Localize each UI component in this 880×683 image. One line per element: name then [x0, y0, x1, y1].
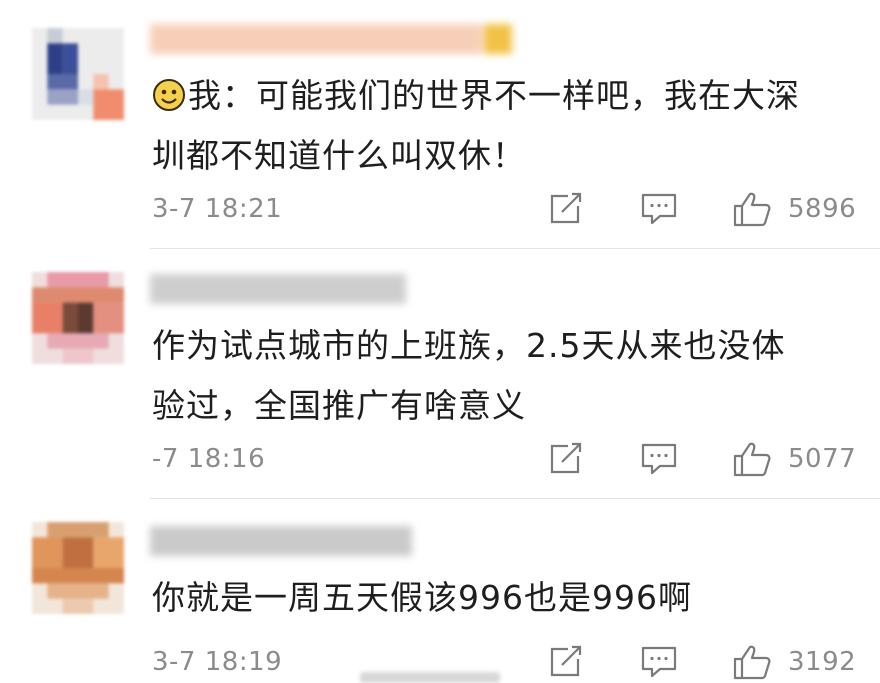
avatar-image: [32, 272, 124, 364]
thumbs-up-icon: [733, 645, 771, 680]
comment-line: 我：可能我们的世界不一样吧，我在大深: [152, 66, 852, 126]
share-icon: [550, 192, 582, 224]
avatar[interactable]: [32, 522, 124, 614]
like-button[interactable]: [732, 190, 772, 228]
comment-text: 你就是一周五天假该996也是996啊: [152, 578, 692, 617]
comment-meta: -7 18:16 5077: [152, 440, 857, 480]
smiley-face-icon: [152, 78, 186, 112]
divider: [150, 248, 880, 249]
comment-button[interactable]: [640, 643, 678, 679]
comment-icon: [641, 646, 677, 678]
share-icon: [550, 442, 582, 474]
like-button[interactable]: [732, 440, 772, 478]
username-blurred[interactable]: [150, 274, 406, 304]
comment-item: 作为试点城市的上班族，2.5天从来也没体 验过，全国推广有啥意义 -7 18:1…: [0, 250, 880, 500]
comment-item: 我：可能我们的世界不一样吧，我在大深 圳都不知道什么叫双休！ 3-7 18:21…: [0, 0, 880, 250]
like-count: 3192: [788, 647, 857, 677]
avatar-image: [32, 28, 124, 120]
comment-text: 圳都不知道什么叫双休！: [152, 136, 526, 175]
comment-meta: 3-7 18:21 5896: [152, 190, 857, 230]
share-button[interactable]: [548, 190, 584, 226]
share-button[interactable]: [548, 440, 584, 476]
share-button[interactable]: [548, 643, 584, 679]
timestamp: 3-7 18:19: [152, 647, 283, 677]
comment-item: 你就是一周五天假该996也是996啊 3-7 18:19 3192: [0, 500, 880, 683]
username-blurred[interactable]: [150, 24, 512, 54]
username-blurred[interactable]: [150, 526, 412, 556]
comment-meta: 3-7 18:19 3192: [152, 643, 857, 683]
watermark: [360, 672, 500, 683]
share-icon: [550, 645, 582, 677]
timestamp: -7 18:16: [152, 444, 266, 474]
divider: [150, 498, 880, 499]
comment-button[interactable]: [640, 440, 678, 476]
thumbs-up-icon: [733, 192, 771, 227]
comment-body: 你就是一周五天假该996也是996啊: [152, 568, 852, 628]
thumbs-up-icon: [733, 442, 771, 477]
avatar[interactable]: [32, 28, 124, 120]
comment-text: 我：可能我们的世界不一样吧，我在大深: [188, 76, 800, 115]
comment-icon: [641, 193, 677, 225]
avatar[interactable]: [32, 272, 124, 364]
timestamp: 3-7 18:21: [152, 194, 283, 224]
comment-icon: [641, 443, 677, 475]
comment-body: 作为试点城市的上班族，2.5天从来也没体 验过，全国推广有啥意义: [152, 316, 852, 436]
comment-body: 我：可能我们的世界不一样吧，我在大深 圳都不知道什么叫双休！: [152, 66, 852, 186]
like-count: 5896: [788, 194, 857, 224]
avatar-image: [32, 522, 124, 614]
like-button[interactable]: [732, 643, 772, 681]
like-count: 5077: [788, 444, 857, 474]
comment-button[interactable]: [640, 190, 678, 226]
comment-text: 验过，全国推广有啥意义: [152, 386, 526, 425]
comment-text: 作为试点城市的上班族，2.5天从来也没体: [152, 326, 786, 365]
